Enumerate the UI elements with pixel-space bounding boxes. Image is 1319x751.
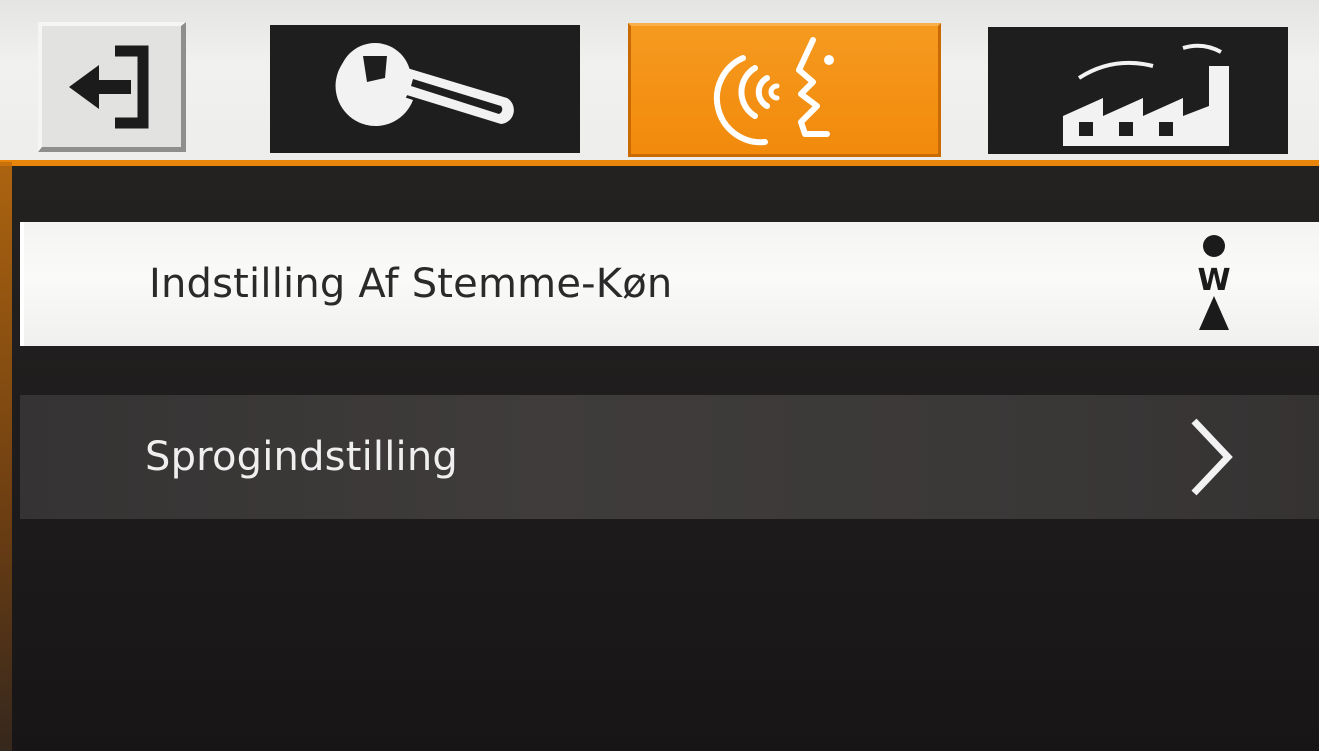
- menu-item-label: Sprogindstilling: [145, 434, 458, 480]
- exit-icon: [68, 45, 148, 128]
- factory-icon: [1063, 43, 1229, 146]
- voice-speech-icon: [713, 37, 834, 146]
- voice-gender-icon: W: [1184, 230, 1244, 338]
- tab-factory[interactable]: [988, 27, 1288, 154]
- panel-edge: [0, 162, 12, 751]
- tab-tools[interactable]: [270, 25, 580, 153]
- menu-item-label: Indstilling Af Stemme-Køn: [149, 261, 673, 307]
- menu-item-voice-gender[interactable]: Indstilling Af Stemme-Køn W: [20, 222, 1319, 346]
- voice-settings-screen: Indstilling Af Stemme-Køn W Sprogindstil…: [0, 0, 1319, 751]
- tab-bar: [0, 0, 1319, 162]
- chevron-right-icon: [1180, 415, 1240, 499]
- menu-item-language[interactable]: Sprogindstilling: [20, 395, 1319, 519]
- tab-voice[interactable]: [628, 23, 941, 157]
- tab-exit[interactable]: [38, 22, 186, 152]
- gender-symbol: W: [1197, 263, 1230, 298]
- wrench-icon: [335, 43, 514, 126]
